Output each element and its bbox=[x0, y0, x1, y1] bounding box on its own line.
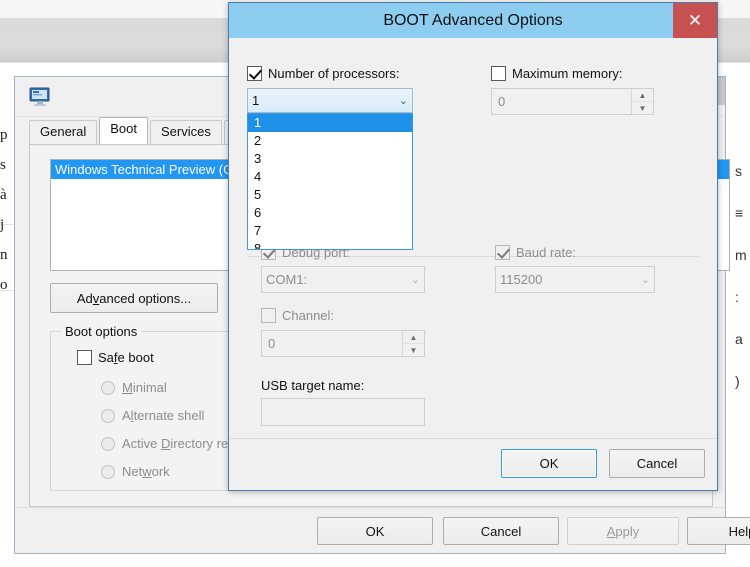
maximum-memory-checkbox[interactable]: Maximum memory: bbox=[491, 66, 623, 81]
boot-options-legend: Boot options bbox=[61, 324, 142, 339]
dialog-button-bar: OK Cancel bbox=[229, 438, 717, 490]
radio-minimal[interactable]: Minimal bbox=[101, 380, 167, 395]
spinner-buttons: ▲ ▼ bbox=[402, 331, 424, 356]
baud-rate-checkbox: Baud rate: bbox=[495, 245, 576, 260]
number-of-processors-combobox[interactable]: 1 ⌄ bbox=[247, 88, 413, 113]
checkbox-icon[interactable] bbox=[247, 66, 262, 81]
dropdown-option[interactable]: 7 bbox=[248, 222, 412, 240]
dialog-close-button[interactable]: ✕ bbox=[673, 3, 717, 38]
spinner-down-icon: ▼ bbox=[638, 103, 647, 113]
apply-label: Apply bbox=[606, 523, 640, 539]
safe-boot-label: Safe boot bbox=[98, 350, 154, 365]
background-text-right: s ≡ m : a ) bbox=[735, 163, 747, 389]
advanced-options-label: Advanced options... bbox=[76, 290, 192, 306]
checkbox-icon bbox=[495, 245, 510, 260]
usb-target-name-input bbox=[261, 398, 425, 426]
radio-network-label: Network bbox=[122, 464, 170, 479]
dialog-cancel-button[interactable]: Cancel bbox=[609, 449, 705, 478]
baud-rate-label: Baud rate: bbox=[516, 245, 576, 260]
dropdown-option[interactable]: 1 bbox=[248, 114, 412, 132]
maximum-memory-spinner: 0 ▲ ▼ bbox=[491, 88, 654, 115]
dialog-titlebar: BOOT Advanced Options ✕ bbox=[229, 3, 717, 38]
msconfig-button-bar: OK Cancel Apply Help bbox=[15, 507, 750, 553]
spinner-up-icon: ▲ bbox=[632, 89, 653, 102]
debug-port-combobox: COM1: ⌄ bbox=[261, 266, 425, 293]
chevron-down-icon: ⌄ bbox=[640, 274, 650, 286]
radio-icon[interactable] bbox=[101, 464, 115, 479]
channel-value: 0 bbox=[268, 336, 276, 351]
dropdown-option[interactable]: 4 bbox=[248, 168, 412, 186]
number-of-processors-dropdown-list[interactable]: 1 2 3 4 5 6 7 8 bbox=[247, 113, 413, 250]
spinner-buttons: ▲ ▼ bbox=[631, 89, 653, 114]
screen-root: p s à j n o s ≡ m : a ) ✕ General Boot S… bbox=[0, 0, 750, 567]
radio-icon[interactable] bbox=[101, 436, 115, 451]
dropdown-option[interactable]: 6 bbox=[248, 204, 412, 222]
checkbox-icon bbox=[261, 308, 276, 323]
baud-rate-value: 115200 bbox=[500, 272, 543, 287]
boot-advanced-options-dialog: BOOT Advanced Options ✕ Number of proces… bbox=[228, 2, 718, 491]
apply-button: Apply bbox=[567, 517, 679, 545]
chevron-down-icon[interactable]: ⌄ bbox=[399, 94, 408, 107]
checkbox-icon[interactable] bbox=[77, 350, 92, 365]
channel-checkbox: Channel: bbox=[261, 308, 334, 323]
usb-target-name-label: USB target name: bbox=[261, 378, 365, 393]
radio-icon[interactable] bbox=[101, 408, 115, 423]
safe-boot-checkbox[interactable]: Safe boot bbox=[77, 350, 154, 365]
dropdown-option[interactable]: 5 bbox=[248, 186, 412, 204]
radio-alternate-shell-label: Alternate shell bbox=[122, 408, 205, 423]
radio-alternate-shell[interactable]: Alternate shell bbox=[101, 408, 204, 423]
channel-spinner: 0 ▲ ▼ bbox=[261, 330, 425, 357]
advanced-options-button[interactable]: Advanced options... bbox=[50, 283, 218, 313]
spinner-up-icon: ▲ bbox=[403, 331, 424, 344]
number-of-processors-checkbox[interactable]: Number of processors: bbox=[247, 66, 400, 81]
msconfig-app-icon bbox=[29, 87, 50, 106]
tab-general[interactable]: General bbox=[29, 120, 98, 144]
chevron-down-icon: ⌄ bbox=[410, 274, 420, 286]
radio-network[interactable]: Network bbox=[101, 464, 170, 479]
channel-label: Channel: bbox=[282, 308, 335, 323]
maximum-memory-label: Maximum memory: bbox=[512, 66, 623, 81]
maximum-memory-value: 0 bbox=[498, 94, 506, 109]
cancel-button[interactable]: Cancel bbox=[443, 517, 559, 545]
checkbox-icon[interactable] bbox=[491, 66, 506, 81]
help-button[interactable]: Help bbox=[687, 517, 750, 545]
baud-rate-combobox: 115200 ⌄ bbox=[495, 266, 655, 293]
debug-port-value: COM1: bbox=[266, 272, 308, 287]
dialog-ok-button[interactable]: OK bbox=[501, 449, 597, 478]
number-of-processors-value: 1 bbox=[252, 93, 260, 108]
radio-icon[interactable] bbox=[101, 380, 115, 395]
dropdown-option[interactable]: 2 bbox=[248, 132, 412, 150]
spinner-down-icon: ▼ bbox=[409, 345, 418, 355]
ok-button[interactable]: OK bbox=[317, 517, 433, 545]
dropdown-option[interactable]: 3 bbox=[248, 150, 412, 168]
dropdown-option[interactable]: 8 bbox=[248, 240, 412, 249]
tab-boot[interactable]: Boot bbox=[99, 117, 148, 144]
dialog-title: BOOT Advanced Options bbox=[383, 11, 563, 29]
tab-services[interactable]: Services bbox=[150, 120, 222, 144]
number-of-processors-label: Number of processors: bbox=[268, 66, 400, 81]
radio-minimal-label: Minimal bbox=[122, 380, 167, 395]
dialog-body: Number of processors: 1 ⌄ 1 2 3 4 5 6 7 … bbox=[229, 38, 717, 490]
